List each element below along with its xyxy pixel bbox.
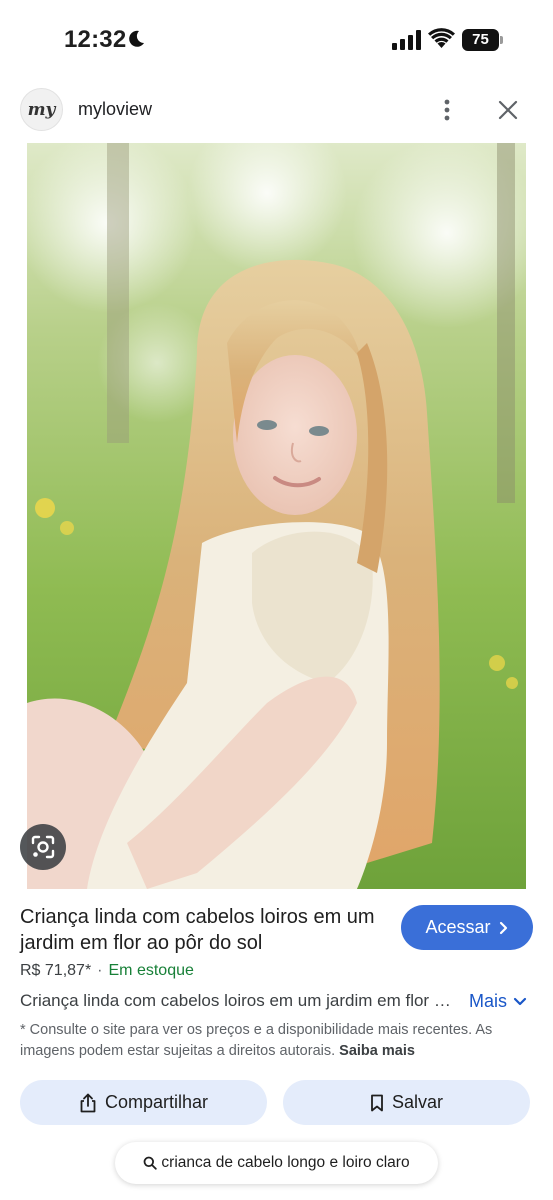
battery-tip	[500, 36, 503, 44]
search-query-chip[interactable]: crianca de cabelo longo e loiro claro	[115, 1142, 438, 1184]
price: R$ 71,87*	[20, 962, 92, 979]
wifi-icon	[428, 28, 455, 48]
disclaimer-text: * Consulte o site para ver os preços e a…	[20, 1022, 493, 1059]
more-vert-icon[interactable]	[437, 98, 457, 122]
site-name[interactable]: myloview	[78, 99, 152, 120]
share-icon	[80, 1093, 96, 1112]
lens-search-button[interactable]	[20, 824, 66, 870]
signal-icon	[392, 30, 421, 50]
share-button[interactable]: Compartilhar	[20, 1080, 267, 1125]
more-button-label: Mais	[469, 991, 508, 1011]
result-image[interactable]	[27, 143, 526, 889]
lens-icon	[31, 835, 55, 859]
battery-icon: 75	[462, 29, 504, 51]
bookmark-icon	[371, 1094, 383, 1111]
description-row: Criança linda com cabelos loiros em um j…	[20, 991, 540, 1015]
battery-level: 75	[462, 29, 499, 51]
close-icon[interactable]	[496, 98, 520, 122]
price-separator: ·	[97, 962, 103, 979]
stock-status: Em estoque	[108, 962, 194, 979]
save-button[interactable]: Salvar	[283, 1080, 530, 1125]
search-query-text: crianca de cabelo longo e loiro claro	[161, 1154, 410, 1171]
more-button[interactable]: Mais	[469, 991, 527, 1012]
description-text: Criança linda com cabelos loiros em um j…	[20, 991, 460, 1010]
chevron-right-icon	[499, 921, 507, 934]
status-bar: 12:32 75	[0, 0, 553, 80]
share-button-label: Compartilhar	[104, 1092, 209, 1112]
learn-more-link[interactable]: Saiba mais	[339, 1043, 415, 1059]
photo-illustration	[27, 143, 526, 889]
result-title[interactable]: Criança linda com cabelos loiros em um j…	[20, 904, 380, 956]
site-avatar[interactable]: my	[20, 88, 63, 131]
visit-button[interactable]: Acessar	[401, 905, 533, 950]
status-time: 12:32	[64, 26, 127, 53]
price-row: R$ 71,87* · Em estoque	[20, 962, 194, 980]
chevron-down-icon	[513, 997, 527, 1005]
disclaimer: * Consulte o site para ver os preços e a…	[20, 1020, 530, 1062]
result-header: my myloview	[0, 88, 553, 132]
moon-icon	[129, 30, 144, 47]
visit-button-label: Acessar	[425, 917, 491, 937]
save-button-label: Salvar	[391, 1092, 444, 1112]
search-icon	[144, 1156, 158, 1170]
